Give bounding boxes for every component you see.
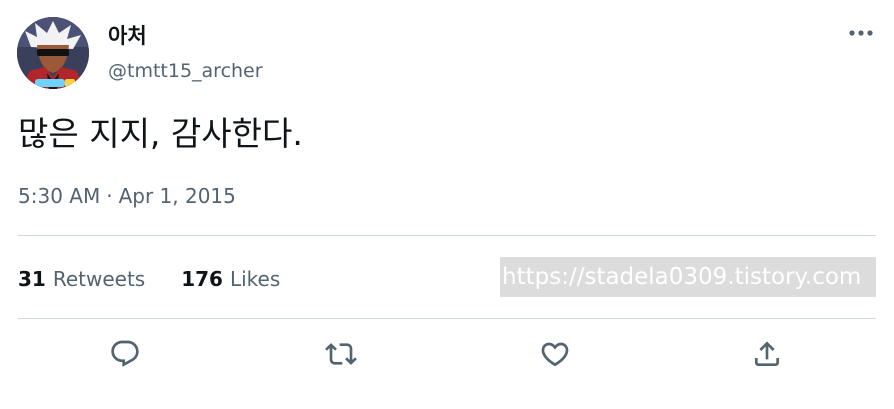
retweets-label: Retweets (52, 267, 146, 291)
tweet-text: 많은 지지, 감사한다. (18, 114, 303, 153)
reply-button[interactable] (107, 336, 143, 372)
user-handle[interactable]: @tmtt15_archer (108, 58, 263, 84)
watermark: https://stadela0309.tistory.com (500, 257, 876, 297)
tweet-time[interactable]: 5:30 AM (18, 184, 100, 208)
tweet-timestamp[interactable]: 5:30 AM · Apr 1, 2015 (18, 182, 236, 210)
like-button[interactable] (537, 336, 573, 372)
divider-top (18, 235, 876, 236)
divider-bottom (18, 318, 876, 319)
retweets-count: 31 (18, 267, 46, 291)
tweet-date[interactable]: Apr 1, 2015 (119, 184, 236, 208)
share-icon (755, 341, 779, 366)
heart-icon (541, 342, 569, 367)
retweet-icon (325, 343, 357, 365)
anime-character-avatar-icon (17, 17, 89, 89)
share-button[interactable] (749, 336, 785, 372)
timestamp-separator: · (106, 184, 113, 208)
reply-icon (111, 340, 139, 367)
retweets-stat[interactable]: 31 Retweets (18, 267, 145, 291)
likes-stat[interactable]: 176 Likes (181, 267, 280, 291)
avatar[interactable] (17, 17, 89, 89)
retweet-button[interactable] (323, 336, 359, 372)
likes-count: 176 (181, 267, 223, 291)
likes-label: Likes (229, 267, 281, 291)
display-name[interactable]: 아처 (108, 22, 147, 50)
tweet-stats: 31 Retweets 176 Likes (18, 264, 280, 294)
more-options-button[interactable] (844, 18, 878, 48)
tweet-card: 아처 @tmtt15_archer 많은 지지, 감사한다. 5:30 AM · A… (0, 0, 894, 409)
more-dots-icon (849, 30, 873, 36)
